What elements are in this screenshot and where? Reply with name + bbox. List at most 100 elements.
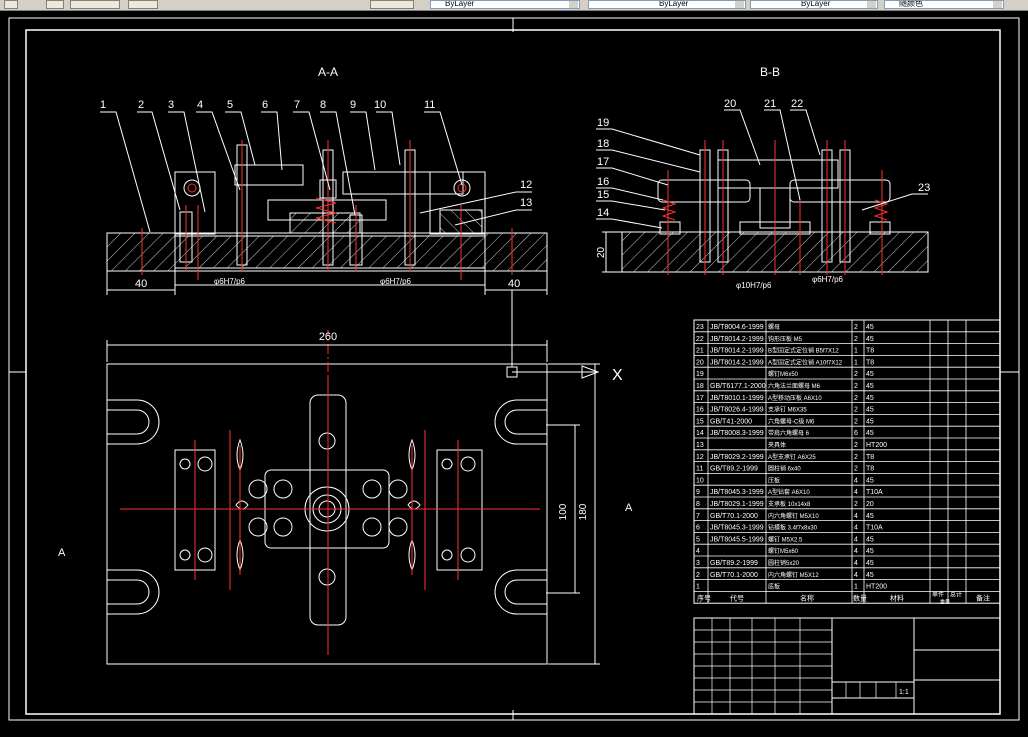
bom-cell-no: 19 (696, 371, 704, 378)
bom-cell-code: GB/T70.1-2000 (710, 572, 758, 579)
balloon-5: 5 (227, 99, 233, 111)
bom-cell-name: 圆柱销5x20 (768, 559, 800, 567)
bom-header-total-weight: 总计 (950, 590, 962, 598)
section-bb-view: B-B 19 18 17 16 15 14 20 21 22 23 20 φ10… (596, 65, 930, 290)
bom-cell-no: 14 (696, 430, 704, 437)
section-aa-title: A-A (318, 65, 338, 79)
bom-cell-code: GB/T89.2-1999 (710, 560, 758, 567)
sheet-outer-frame (8, 17, 1020, 721)
plan-view: 260 100 180 A A (58, 330, 633, 665)
balloon-22: 22 (791, 98, 803, 110)
bom-cell-qty: 4 (854, 548, 858, 555)
layer-combo-label: ByLayer (445, 0, 475, 8)
bom-cell-material: 45 (866, 324, 874, 331)
balloon-9: 9 (350, 99, 356, 111)
bom-cell-name: 圆柱销 6x40 (768, 465, 801, 473)
chevron-down-icon[interactable] (735, 1, 744, 8)
bom-cell-material: 45 (866, 418, 874, 425)
bom-cell-qty: 2 (854, 442, 858, 449)
bom-cell-code: JB/T8004.6-1999 (710, 324, 764, 331)
balloon-17: 17 (597, 156, 609, 168)
bom-cell-no: 16 (696, 407, 704, 414)
bom-cell-material: HT200 (866, 442, 887, 449)
bom-cell-code: GB/T89.2-1999 (710, 466, 758, 473)
bom-cell-qty: 4 (854, 489, 858, 496)
bom-cell-code: GB/T70.1-2000 (710, 513, 758, 520)
dim-180: 180 (578, 503, 589, 520)
bom-cell-code: JB/T8029.2-1999 (710, 454, 764, 461)
dim-100: 100 (558, 503, 569, 520)
bom-cell-material: T10A (866, 525, 883, 532)
bom-cell-no: 3 (696, 560, 700, 567)
bom-header-weight: 重量 (940, 598, 950, 605)
menu-button[interactable] (4, 0, 18, 9)
linetype-combo[interactable]: ByLayer (588, 0, 746, 9)
bom-cell-name: 六角螺母-C级 M6 (768, 417, 815, 425)
bom-cell-code: JB/T8014.2-1999 (710, 336, 764, 343)
bom-cell-code: JB/T8026.4-1999 (710, 407, 764, 414)
bom-header-name: 名称 (800, 593, 814, 602)
bom-cell-name: 支承板 10x14x8 (768, 500, 811, 508)
bom-cell-code: JB/T8045.3-1999 (710, 489, 764, 496)
bom-cell-no: 20 (696, 359, 704, 366)
chevron-down-icon[interactable] (993, 1, 1002, 8)
bom-cell-code: JB/T8010.1-1999 (710, 395, 764, 402)
bom-cell-name: A型支承钉 A6X25 (768, 453, 816, 461)
plotstyle-combo[interactable]: 随颜色 (884, 0, 1004, 9)
bom-cell-no: 18 (696, 383, 704, 390)
bom-cell-code: GB/T41-2000 (710, 418, 752, 425)
balloon-8: 8 (320, 99, 326, 111)
bom-cell-name: 钻模板 3.4f7x8x30 (768, 524, 818, 532)
lineweight-combo[interactable]: ByLayer (750, 0, 878, 9)
bom-cell-qty: 2 (854, 336, 858, 343)
bom-cell-no: 6 (696, 525, 700, 532)
bom-cell-name: 底板 (768, 583, 780, 591)
bom-cell-name: A型钻套 A6X10 (768, 488, 810, 496)
bom-cell-no: 23 (696, 324, 704, 331)
lineweight-combo-label: ByLayer (801, 0, 831, 8)
bom-header-qty: 数量 (853, 593, 867, 602)
dim-fit-d: φ6H7/p6 (812, 275, 844, 284)
bom-cell-name: 六角法兰面螺母 M6 (768, 382, 821, 390)
bom-header-code: 代号 (730, 593, 744, 602)
dim-40-left: 40 (135, 278, 147, 290)
layer-previous-button[interactable] (370, 0, 414, 9)
bom-cell-qty: 1 (854, 584, 858, 591)
bom-cell-name: 支承钉 M6X35 (768, 406, 807, 414)
layer-state-button[interactable] (70, 0, 120, 9)
bom-cell-qty: 4 (854, 560, 858, 567)
bom-cell-material: 45 (866, 430, 874, 437)
title-block (693, 617, 1001, 715)
bom-cell-material: T10A (866, 489, 883, 496)
bom-cell-no: 9 (696, 489, 700, 496)
dim-fit-b: φ6H7/p6 (380, 277, 412, 286)
balloon-16: 16 (597, 176, 609, 188)
bom-cell-no: 13 (696, 442, 704, 449)
dim-40-right: 40 (508, 278, 520, 290)
bom-cell-qty: 4 (854, 572, 858, 579)
bom-cell-name: 夹具体 (768, 441, 786, 449)
bom-cell-qty: 2 (854, 466, 858, 473)
dim-260: 260 (319, 331, 337, 343)
chevron-down-icon[interactable] (867, 1, 876, 8)
bom-cell-qty: 4 (854, 525, 858, 532)
bom-cell-name: B型固定式定位销 B5f7X12 (768, 347, 839, 355)
bom-cell-name: 内六角螺钉 M5X12 (768, 571, 819, 579)
bom-cell-name: 内六角螺钉 M5X10 (768, 512, 819, 520)
bom-cell-qty: 4 (854, 536, 858, 543)
bom-cell-qty: 1 (854, 359, 858, 366)
bom-cell-material: 45 (866, 336, 874, 343)
layer-combo[interactable]: ByLayer (430, 0, 580, 9)
bom-cell-no: 17 (696, 395, 704, 402)
bom-cell-no: 8 (696, 501, 700, 508)
layer-properties-button[interactable] (46, 0, 64, 9)
drawing-canvas[interactable]: A-A 1 2 3 4 5 6 7 8 9 10 11 12 13 40 40 … (0, 10, 1028, 733)
bom-cell-no: 7 (696, 513, 700, 520)
bom-header-unit-weight: 单件 (932, 590, 944, 598)
bom-cell-no: 21 (696, 348, 704, 355)
chevron-down-icon[interactable] (569, 1, 578, 8)
bom-cell-qty: 1 (854, 348, 858, 355)
bom-cell-no: 11 (696, 466, 703, 473)
bom-cell-qty: 6 (854, 430, 858, 437)
make-current-layer-button[interactable] (128, 0, 158, 9)
